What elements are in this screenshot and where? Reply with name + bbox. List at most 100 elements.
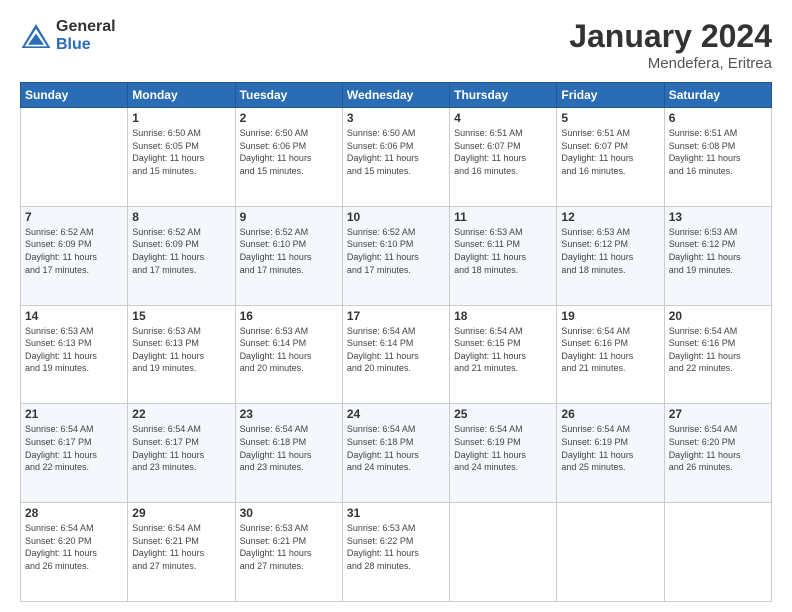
calendar-header-row: SundayMondayTuesdayWednesdayThursdayFrid…: [21, 83, 772, 108]
day-info: Sunrise: 6:54 AM Sunset: 6:21 PM Dayligh…: [132, 522, 230, 572]
day-info: Sunrise: 6:53 AM Sunset: 6:13 PM Dayligh…: [132, 325, 230, 375]
day-number: 11: [454, 210, 552, 224]
day-info: Sunrise: 6:52 AM Sunset: 6:09 PM Dayligh…: [132, 226, 230, 276]
day-info: Sunrise: 6:54 AM Sunset: 6:20 PM Dayligh…: [669, 423, 767, 473]
logo: General Blue: [20, 18, 116, 53]
calendar-cell: [557, 503, 664, 602]
day-info: Sunrise: 6:51 AM Sunset: 6:07 PM Dayligh…: [454, 127, 552, 177]
header-thursday: Thursday: [450, 83, 557, 108]
calendar-cell: 15 Sunrise: 6:53 AM Sunset: 6:13 PM Dayli…: [128, 305, 235, 404]
day-number: 12: [561, 210, 659, 224]
main-title: January 2024: [569, 18, 772, 55]
week-row-0: 1 Sunrise: 6:50 AM Sunset: 6:05 PM Daylig…: [21, 108, 772, 207]
calendar-cell: 14 Sunrise: 6:53 AM Sunset: 6:13 PM Dayli…: [21, 305, 128, 404]
calendar-cell: 17Sunrise: 6:54 AM Sunset: 6:14 PM Dayli…: [342, 305, 449, 404]
day-number: 26: [561, 407, 659, 421]
calendar-cell: 18 Sunrise: 6:54 AM Sunset: 6:15 PM Dayli…: [450, 305, 557, 404]
day-number: 16: [240, 309, 338, 323]
day-number: 14: [25, 309, 123, 323]
day-number: 10: [347, 210, 445, 224]
header-tuesday: Tuesday: [235, 83, 342, 108]
calendar-cell: 20 Sunrise: 6:54 AM Sunset: 6:16 PM Dayli…: [664, 305, 771, 404]
calendar-cell: 23 Sunrise: 6:54 AM Sunset: 6:18 PM Dayli…: [235, 404, 342, 503]
day-number: 5: [561, 111, 659, 125]
day-number: 8: [132, 210, 230, 224]
header-saturday: Saturday: [664, 83, 771, 108]
calendar-cell: 7 Sunrise: 6:52 AM Sunset: 6:09 PM Daylig…: [21, 206, 128, 305]
day-info: Sunrise: 6:50 AM Sunset: 6:06 PM Dayligh…: [347, 127, 445, 177]
day-number: 1: [132, 111, 230, 125]
day-number: 29: [132, 506, 230, 520]
day-number: 19: [561, 309, 659, 323]
header-wednesday: Wednesday: [342, 83, 449, 108]
day-info: Sunrise: 6:53 AM Sunset: 6:11 PM Dayligh…: [454, 226, 552, 276]
calendar-cell: 1 Sunrise: 6:50 AM Sunset: 6:05 PM Daylig…: [128, 108, 235, 207]
week-row-4: 28 Sunrise: 6:54 AM Sunset: 6:20 PM Dayli…: [21, 503, 772, 602]
calendar-cell: 9Sunrise: 6:52 AM Sunset: 6:10 PM Daylig…: [235, 206, 342, 305]
day-info: Sunrise: 6:51 AM Sunset: 6:08 PM Dayligh…: [669, 127, 767, 177]
calendar-cell: 31 Sunrise: 6:53 AM Sunset: 6:22 PM Dayli…: [342, 503, 449, 602]
top-section: General Blue January 2024 Mendefera, Eri…: [20, 18, 772, 72]
week-row-3: 21Sunrise: 6:54 AM Sunset: 6:17 PM Dayli…: [21, 404, 772, 503]
day-info: Sunrise: 6:53 AM Sunset: 6:21 PM Dayligh…: [240, 522, 338, 572]
logo-blue-text: Blue: [56, 36, 116, 54]
calendar-cell: 25 Sunrise: 6:54 AM Sunset: 6:19 PM Dayli…: [450, 404, 557, 503]
day-info: Sunrise: 6:52 AM Sunset: 6:09 PM Dayligh…: [25, 226, 123, 276]
title-section: January 2024 Mendefera, Eritrea: [569, 18, 772, 72]
week-row-2: 14 Sunrise: 6:53 AM Sunset: 6:13 PM Dayli…: [21, 305, 772, 404]
day-info: Sunrise: 6:52 AM Sunset: 6:10 PM Dayligh…: [347, 226, 445, 276]
calendar-cell: 3Sunrise: 6:50 AM Sunset: 6:06 PM Daylig…: [342, 108, 449, 207]
day-number: 20: [669, 309, 767, 323]
day-number: 22: [132, 407, 230, 421]
day-info: Sunrise: 6:54 AM Sunset: 6:16 PM Dayligh…: [561, 325, 659, 375]
day-info: Sunrise: 6:54 AM Sunset: 6:19 PM Dayligh…: [561, 423, 659, 473]
calendar-cell: 2Sunrise: 6:50 AM Sunset: 6:06 PM Daylig…: [235, 108, 342, 207]
day-info: Sunrise: 6:53 AM Sunset: 6:12 PM Dayligh…: [669, 226, 767, 276]
day-info: Sunrise: 6:51 AM Sunset: 6:07 PM Dayligh…: [561, 127, 659, 177]
day-number: 2: [240, 111, 338, 125]
day-info: Sunrise: 6:54 AM Sunset: 6:15 PM Dayligh…: [454, 325, 552, 375]
day-number: 25: [454, 407, 552, 421]
calendar-cell: 28 Sunrise: 6:54 AM Sunset: 6:20 PM Dayli…: [21, 503, 128, 602]
day-info: Sunrise: 6:54 AM Sunset: 6:18 PM Dayligh…: [240, 423, 338, 473]
day-number: 15: [132, 309, 230, 323]
day-info: Sunrise: 6:53 AM Sunset: 6:13 PM Dayligh…: [25, 325, 123, 375]
day-number: 23: [240, 407, 338, 421]
calendar-cell: 16 Sunrise: 6:53 AM Sunset: 6:14 PM Dayli…: [235, 305, 342, 404]
calendar-table: SundayMondayTuesdayWednesdayThursdayFrid…: [20, 82, 772, 602]
day-info: Sunrise: 6:54 AM Sunset: 6:19 PM Dayligh…: [454, 423, 552, 473]
day-info: Sunrise: 6:54 AM Sunset: 6:16 PM Dayligh…: [669, 325, 767, 375]
day-info: Sunrise: 6:53 AM Sunset: 6:14 PM Dayligh…: [240, 325, 338, 375]
header-sunday: Sunday: [21, 83, 128, 108]
calendar-cell: 22Sunrise: 6:54 AM Sunset: 6:17 PM Dayli…: [128, 404, 235, 503]
day-info: Sunrise: 6:50 AM Sunset: 6:05 PM Dayligh…: [132, 127, 230, 177]
calendar-cell: 4 Sunrise: 6:51 AM Sunset: 6:07 PM Daylig…: [450, 108, 557, 207]
day-number: 28: [25, 506, 123, 520]
day-number: 6: [669, 111, 767, 125]
calendar-cell: [450, 503, 557, 602]
logo-text: General Blue: [56, 18, 116, 53]
week-row-1: 7 Sunrise: 6:52 AM Sunset: 6:09 PM Daylig…: [21, 206, 772, 305]
day-info: Sunrise: 6:54 AM Sunset: 6:17 PM Dayligh…: [25, 423, 123, 473]
calendar-cell: 24Sunrise: 6:54 AM Sunset: 6:18 PM Dayli…: [342, 404, 449, 503]
day-number: 31: [347, 506, 445, 520]
calendar-cell: 21Sunrise: 6:54 AM Sunset: 6:17 PM Dayli…: [21, 404, 128, 503]
calendar-cell: 29 Sunrise: 6:54 AM Sunset: 6:21 PM Dayli…: [128, 503, 235, 602]
day-number: 7: [25, 210, 123, 224]
calendar-cell: 27Sunrise: 6:54 AM Sunset: 6:20 PM Dayli…: [664, 404, 771, 503]
day-number: 4: [454, 111, 552, 125]
day-info: Sunrise: 6:54 AM Sunset: 6:14 PM Dayligh…: [347, 325, 445, 375]
calendar-cell: 26 Sunrise: 6:54 AM Sunset: 6:19 PM Dayli…: [557, 404, 664, 503]
page: General Blue January 2024 Mendefera, Eri…: [0, 0, 792, 612]
day-number: 24: [347, 407, 445, 421]
calendar-cell: 30Sunrise: 6:53 AM Sunset: 6:21 PM Dayli…: [235, 503, 342, 602]
header-friday: Friday: [557, 83, 664, 108]
calendar-cell: 13Sunrise: 6:53 AM Sunset: 6:12 PM Dayli…: [664, 206, 771, 305]
header-monday: Monday: [128, 83, 235, 108]
day-info: Sunrise: 6:54 AM Sunset: 6:20 PM Dayligh…: [25, 522, 123, 572]
day-number: 18: [454, 309, 552, 323]
day-info: Sunrise: 6:53 AM Sunset: 6:22 PM Dayligh…: [347, 522, 445, 572]
day-info: Sunrise: 6:52 AM Sunset: 6:10 PM Dayligh…: [240, 226, 338, 276]
day-info: Sunrise: 6:53 AM Sunset: 6:12 PM Dayligh…: [561, 226, 659, 276]
calendar-cell: 5 Sunrise: 6:51 AM Sunset: 6:07 PM Daylig…: [557, 108, 664, 207]
